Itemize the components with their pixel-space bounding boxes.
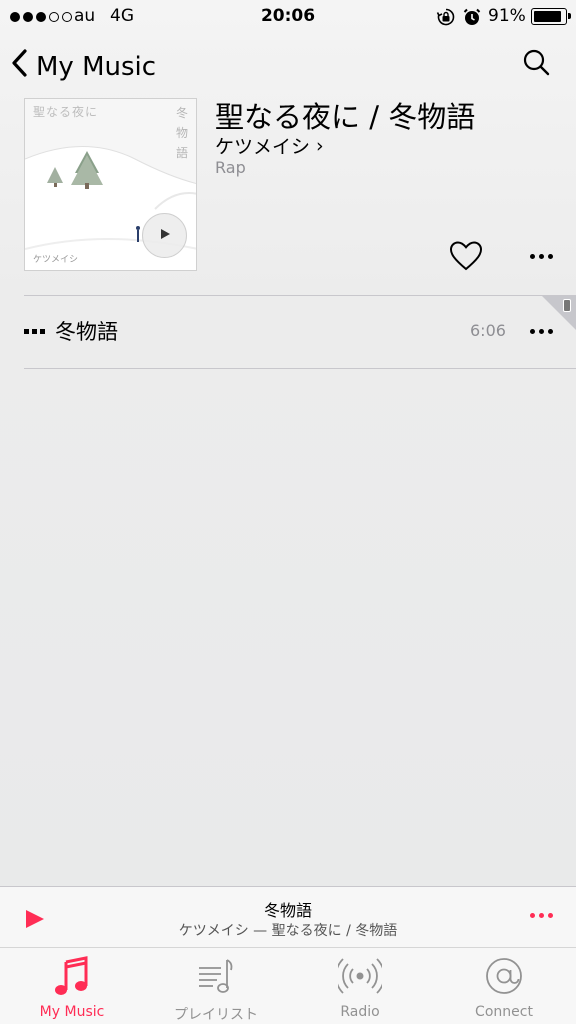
mini-player-subtitle: ケツメイシ — 聖なる夜に / 冬物語 [178, 923, 398, 939]
play-icon [158, 226, 172, 245]
album-genre: Rap [215, 158, 246, 177]
tab-label: Radio [340, 1004, 380, 1020]
heart-icon [449, 241, 483, 276]
back-label: My Music [36, 51, 157, 82]
iphone-icon [563, 299, 571, 312]
music-note-icon [0, 954, 144, 998]
artwork-title-text: 聖なる夜に [33, 105, 99, 119]
artwork-artist-text: ケツメイシ [33, 255, 79, 265]
track-name: 冬物語 [55, 320, 118, 344]
tab-playlists[interactable]: プレイリスト [144, 948, 288, 1024]
album-play-button[interactable] [142, 213, 187, 258]
mini-more-button[interactable] [530, 913, 553, 918]
search-button[interactable] [522, 48, 550, 80]
tab-radio[interactable]: Radio [288, 948, 432, 1024]
track-row[interactable]: 冬物語 6:06 [0, 296, 576, 368]
radio-icon [288, 954, 432, 998]
status-bar: au 4G 20:06 91% [0, 0, 576, 34]
album-title: 聖なる夜に / 冬物語 [215, 100, 476, 134]
album-artist-name: ケツメイシ [215, 136, 311, 158]
mini-player-title: 冬物語 [263, 901, 312, 920]
tab-label: プレイリスト [174, 1007, 258, 1023]
album-artist-link[interactable]: ケツメイシ › [215, 132, 324, 159]
alarm-icon [462, 7, 482, 32]
album-artwork[interactable]: 聖なる夜に 冬物語 ケツメイシ [24, 98, 197, 271]
divider [24, 368, 576, 369]
rotation-lock-icon [436, 7, 456, 32]
tab-label: My Music [39, 1004, 105, 1020]
track-duration: 6:06 [470, 321, 506, 340]
album-more-button[interactable] [530, 254, 553, 259]
artwork-subtitle-text: 冬物語 [176, 106, 189, 160]
ellipsis-icon [530, 913, 535, 918]
navigation-bar: My Music [0, 40, 576, 92]
tab-bar: My Music プレイリスト Radio Connect [0, 948, 576, 1024]
back-button[interactable]: My Music [10, 48, 156, 85]
search-icon [522, 49, 550, 80]
mini-player[interactable]: 冬物語 ケツメイシ — 聖なる夜に / 冬物語 [0, 886, 576, 948]
love-button[interactable] [449, 240, 483, 276]
tab-my-music[interactable]: My Music [0, 948, 144, 1024]
battery-percentage: 91% [488, 6, 526, 26]
playlist-icon [144, 954, 288, 998]
tab-label: Connect [475, 1004, 533, 1020]
ellipsis-icon [530, 329, 535, 334]
tab-connect[interactable]: Connect [432, 948, 576, 1024]
chevron-right-icon: › [316, 134, 324, 157]
ellipsis-icon [530, 254, 535, 259]
battery-icon [531, 8, 571, 25]
chevron-left-icon [10, 48, 30, 85]
at-sign-icon [432, 954, 576, 998]
now-playing-icon [24, 329, 45, 334]
